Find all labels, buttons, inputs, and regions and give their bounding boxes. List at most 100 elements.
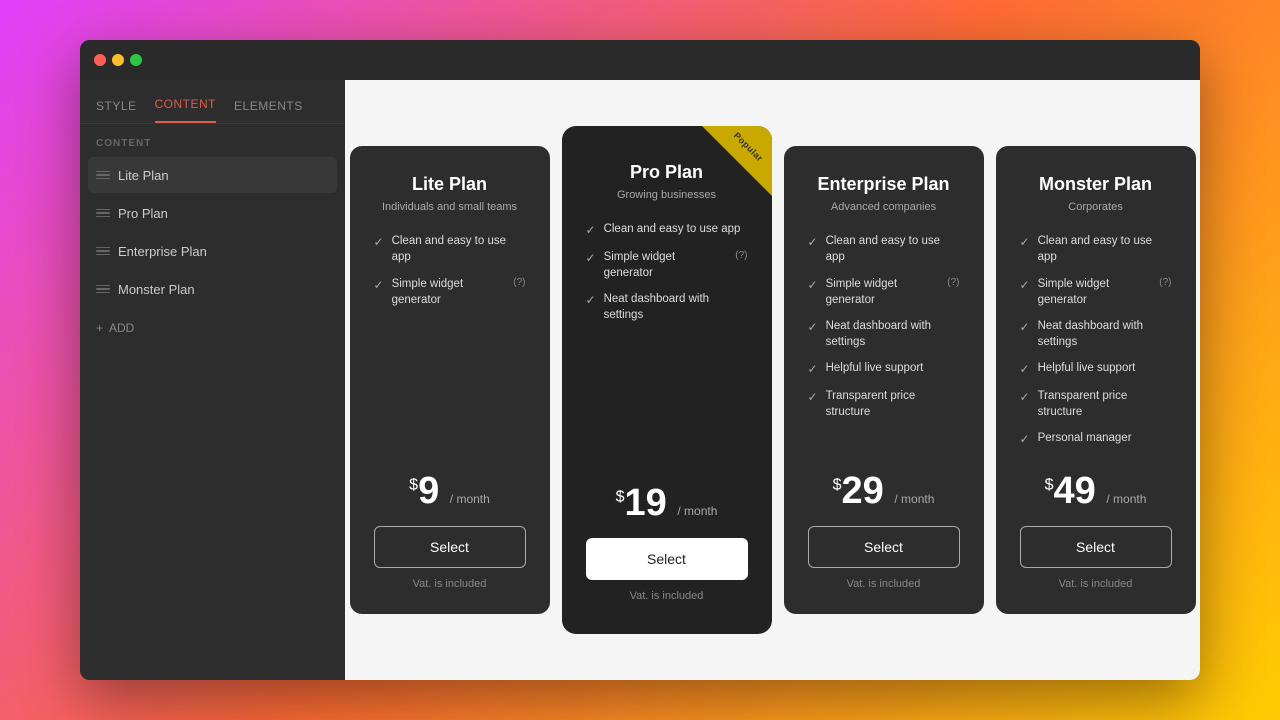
drag-handle-enterprise (96, 244, 110, 258)
feature-item: ✓ Simple widget generator (?) (374, 276, 526, 308)
feature-item: ✓ Neat dashboard with settings (586, 291, 748, 323)
window-body: STYLE CONTENT ELEMENTS CONTENT Lite Plan… (80, 80, 1200, 680)
info-icon: (?) (947, 276, 959, 290)
sidebar: STYLE CONTENT ELEMENTS CONTENT Lite Plan… (80, 80, 345, 680)
close-button[interactable] (94, 54, 106, 66)
feature-text: Neat dashboard with settings (826, 318, 960, 350)
price-section-pro: $19 / month (586, 484, 748, 522)
feature-text: Clean and easy to use app (1038, 233, 1172, 265)
check-icon: ✓ (808, 361, 818, 378)
tab-style[interactable]: STYLE (96, 99, 137, 123)
feature-text: Transparent price structure (826, 388, 960, 420)
feature-text: Simple widget generator (826, 276, 938, 308)
feature-text: Simple widget generator (1038, 276, 1150, 308)
add-plan-button[interactable]: + ADD (80, 311, 345, 345)
vat-pro: Vat. is included (586, 590, 748, 602)
feature-text: Simple widget generator (604, 249, 726, 281)
features-lite: ✓ Clean and easy to use app ✓ Simple wid… (374, 233, 526, 447)
sidebar-item-monster[interactable]: Monster Plan ⧉ 🗑 (88, 271, 337, 307)
check-icon: ✓ (374, 277, 384, 294)
plan-subtitle-monster: Corporates (1020, 201, 1172, 213)
drag-handle-monster (96, 282, 110, 296)
info-icon: (?) (735, 249, 747, 263)
plan-name-lite: Lite Plan (374, 174, 526, 195)
check-icon: ✓ (1020, 361, 1030, 378)
plus-icon: + (96, 321, 103, 335)
feature-text: Simple widget generator (392, 276, 504, 308)
check-icon: ✓ (1020, 277, 1030, 294)
plan-card-enterprise: Enterprise Plan Advanced companies ✓ Cle… (784, 146, 984, 613)
feature-text: Transparent price structure (1038, 388, 1172, 420)
drag-handle-pro (96, 206, 110, 220)
check-icon: ✓ (1020, 234, 1030, 251)
drag-handle-lite (96, 168, 110, 182)
currency-lite: $ (409, 476, 418, 493)
titlebar (80, 40, 1200, 80)
plan-name-enterprise: Enterprise Plan (808, 174, 960, 195)
minimize-button[interactable] (112, 54, 124, 66)
delete-lite-button[interactable]: 🗑 (311, 166, 329, 184)
feature-item: ✓ Clean and easy to use app (1020, 233, 1172, 265)
check-icon: ✓ (1020, 431, 1030, 448)
section-label: CONTENT (80, 124, 345, 157)
select-lite-button[interactable]: Select (374, 526, 526, 568)
plan-subtitle-enterprise: Advanced companies (808, 201, 960, 213)
check-icon: ✓ (808, 389, 818, 406)
plan-card-pro: Popular Pro Plan Growing businesses ✓ Cl… (562, 126, 772, 633)
sidebar-item-lite[interactable]: Lite Plan ⧉ 🗑 (88, 157, 337, 193)
maximize-button[interactable] (130, 54, 142, 66)
sidebar-item-enterprise[interactable]: Enterprise Plan ⧉ 🗑 (88, 233, 337, 269)
plan-card-lite: Lite Plan Individuals and small teams ✓ … (350, 146, 550, 613)
feature-item: ✓ Simple widget generator (?) (586, 249, 748, 281)
check-icon: ✓ (586, 222, 596, 239)
feature-item: ✓ Clean and easy to use app (374, 233, 526, 265)
sidebar-item-label-lite: Lite Plan (118, 168, 287, 183)
feature-item: ✓ Helpful live support (808, 360, 960, 378)
app-window: STYLE CONTENT ELEMENTS CONTENT Lite Plan… (80, 40, 1200, 680)
price-section-monster: $49 / month (1020, 472, 1172, 510)
price-amount-enterprise: $29 (833, 470, 895, 512)
select-monster-button[interactable]: Select (1020, 526, 1172, 568)
currency-enterprise: $ (833, 476, 842, 493)
check-icon: ✓ (586, 250, 596, 267)
price-section-lite: $9 / month (374, 472, 526, 510)
feature-text: Neat dashboard with settings (604, 291, 748, 323)
copy-pro-button[interactable]: ⧉ (287, 204, 305, 222)
price-period-enterprise: / month (894, 492, 934, 506)
sidebar-tabs: STYLE CONTENT ELEMENTS (80, 80, 345, 124)
delete-monster-button[interactable]: 🗑 (311, 280, 329, 298)
check-icon: ✓ (808, 234, 818, 251)
price-period-pro: / month (677, 504, 717, 518)
info-icon: (?) (1159, 276, 1171, 290)
check-icon: ✓ (808, 277, 818, 294)
sidebar-item-pro[interactable]: Pro Plan ⧉ 🗑 (88, 195, 337, 231)
tab-content[interactable]: CONTENT (155, 97, 217, 123)
feature-item: ✓ Neat dashboard with settings (1020, 318, 1172, 350)
feature-text: Clean and easy to use app (392, 233, 526, 265)
feature-text: Helpful live support (826, 360, 924, 376)
select-enterprise-button[interactable]: Select (808, 526, 960, 568)
feature-item: ✓ Clean and easy to use app (808, 233, 960, 265)
feature-item: ✓ Personal manager (1020, 430, 1172, 448)
select-pro-button[interactable]: Select (586, 538, 748, 580)
check-icon: ✓ (1020, 319, 1030, 336)
feature-item: ✓ Neat dashboard with settings (808, 318, 960, 350)
feature-item: ✓ Simple widget generator (?) (1020, 276, 1172, 308)
plan-name-monster: Monster Plan (1020, 174, 1172, 195)
add-label: ADD (109, 321, 134, 335)
price-amount-pro: $19 (616, 482, 678, 524)
copy-enterprise-button[interactable]: ⧉ (287, 242, 305, 260)
vat-enterprise: Vat. is included (808, 578, 960, 590)
delete-pro-button[interactable]: 🗑 (311, 204, 329, 222)
price-section-enterprise: $29 / month (808, 472, 960, 510)
feature-item: ✓ Helpful live support (1020, 360, 1172, 378)
copy-lite-button[interactable]: ⧉ (287, 166, 305, 184)
copy-monster-button[interactable]: ⧉ (287, 280, 305, 298)
popular-badge: Popular (732, 131, 765, 164)
check-icon: ✓ (1020, 389, 1030, 406)
tab-elements[interactable]: ELEMENTS (234, 99, 303, 123)
delete-enterprise-button[interactable]: 🗑 (311, 242, 329, 260)
sidebar-item-label-monster: Monster Plan (118, 282, 287, 297)
plan-subtitle-lite: Individuals and small teams (374, 201, 526, 213)
feature-text: Neat dashboard with settings (1038, 318, 1172, 350)
